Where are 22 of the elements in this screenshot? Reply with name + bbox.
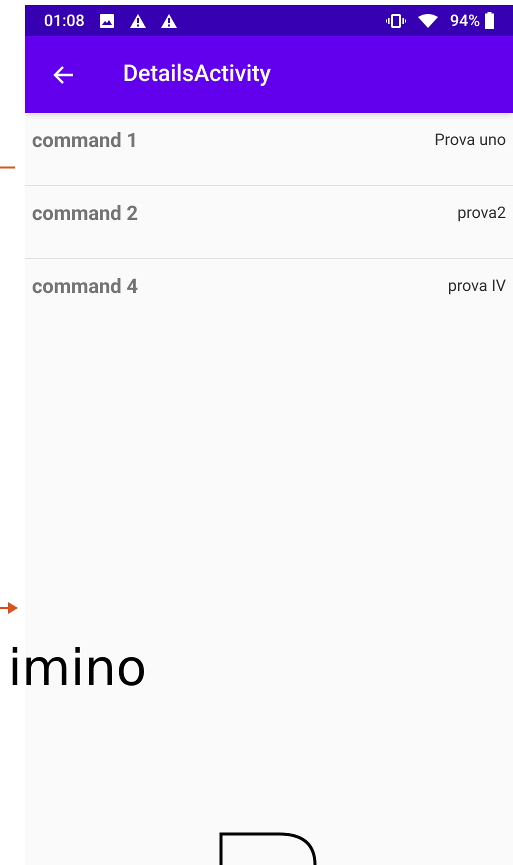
- command-value: prova IV: [448, 275, 506, 297]
- command-value: Prova uno: [434, 129, 506, 151]
- list-row[interactable]: command 1 Prova uno: [25, 113, 513, 186]
- image-icon: [98, 12, 115, 28]
- warning-icon: [128, 12, 147, 28]
- back-arrow-icon: [52, 64, 74, 84]
- battery-percent: 94%: [450, 10, 480, 32]
- screen-title: DetailsActivity: [123, 59, 271, 90]
- command-name: command 1: [32, 127, 138, 154]
- command-name: command 2: [32, 200, 138, 227]
- command-value: prova2: [457, 202, 506, 224]
- battery-icon: [485, 12, 494, 29]
- status-time: 01:08: [44, 10, 85, 32]
- list-row[interactable]: command 4 prova IV: [25, 259, 513, 332]
- list-row[interactable]: command 2 prova2: [25, 186, 513, 259]
- slide-text: imino: [8, 638, 147, 698]
- arrow-icon: [0, 601, 19, 615]
- warning-icon: [160, 12, 178, 28]
- vibrate-icon: [386, 14, 406, 28]
- command-name: command 4: [32, 273, 138, 300]
- connector-line: [0, 166, 15, 169]
- wifi-icon: [418, 14, 438, 28]
